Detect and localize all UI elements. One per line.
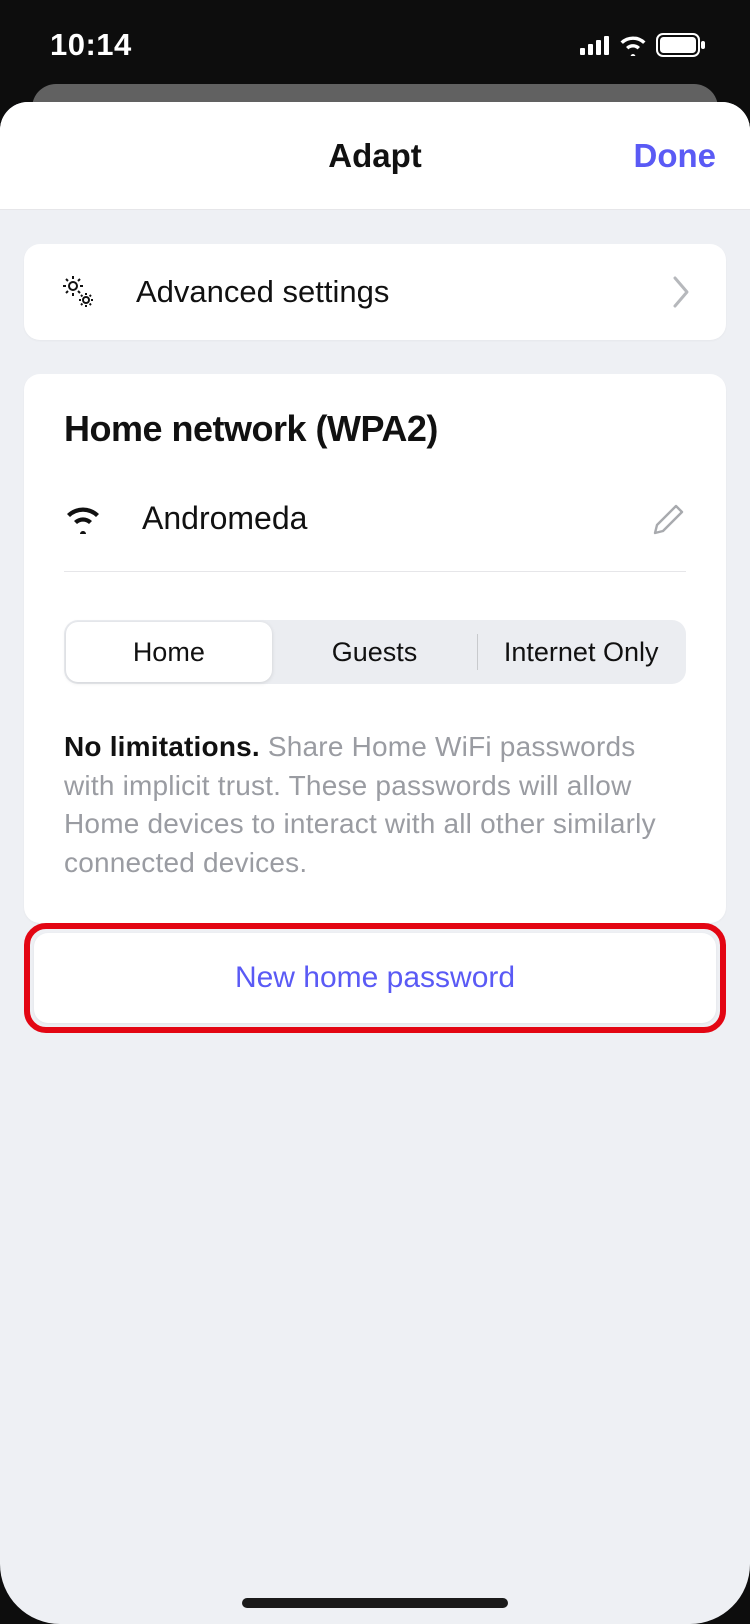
- network-ssid: Andromeda: [142, 500, 612, 537]
- home-indicator[interactable]: [242, 1598, 508, 1608]
- tab-internet-only-label: Internet Only: [504, 637, 659, 668]
- status-icons: [580, 33, 706, 57]
- modal-sheet: Adapt Done Advanced settings Home networ…: [0, 102, 750, 1624]
- tab-guests-label: Guests: [332, 637, 418, 668]
- access-segmented-control: Home Guests Internet Only: [64, 620, 686, 684]
- home-network-card: Home network (WPA2) Andromeda Home Guest…: [24, 374, 726, 923]
- cellular-icon: [580, 35, 610, 55]
- new-home-password-label: New home password: [235, 961, 515, 995]
- advanced-settings-row[interactable]: Advanced settings: [24, 244, 726, 340]
- annotation-highlight: New home password: [24, 923, 726, 1033]
- new-home-password-button[interactable]: New home password: [34, 933, 716, 1023]
- edit-icon[interactable]: [652, 502, 686, 536]
- home-network-title: Home network (WPA2): [64, 408, 686, 450]
- page-title: Adapt: [328, 137, 422, 175]
- status-bar: 10:14: [0, 0, 750, 90]
- tab-home-label: Home: [133, 637, 205, 668]
- advanced-settings-label: Advanced settings: [136, 274, 634, 310]
- battery-icon: [656, 33, 706, 57]
- tab-internet-only[interactable]: Internet Only: [478, 622, 684, 682]
- wifi-icon: [64, 504, 102, 534]
- wifi-icon: [618, 34, 648, 56]
- gear-icon: [58, 272, 98, 312]
- content-area: Advanced settings Home network (WPA2) An…: [0, 210, 750, 1033]
- tab-home[interactable]: Home: [66, 622, 272, 682]
- network-ssid-row: Andromeda: [64, 450, 686, 572]
- description-strong: No limitations.: [64, 731, 260, 762]
- tab-guests[interactable]: Guests: [272, 622, 478, 682]
- status-time: 10:14: [50, 27, 132, 63]
- nav-bar: Adapt Done: [0, 102, 750, 210]
- done-button[interactable]: Done: [634, 137, 717, 175]
- access-description: No limitations. Share Home WiFi password…: [64, 728, 686, 923]
- chevron-right-icon: [672, 275, 692, 309]
